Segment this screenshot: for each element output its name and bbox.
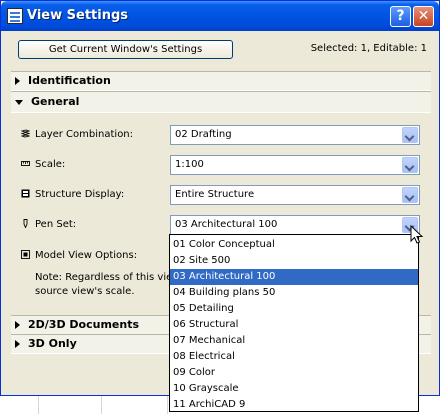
expand-arrow-icon bbox=[15, 77, 20, 85]
structure-display-label: Structure Display: bbox=[35, 189, 125, 200]
pen-set-option[interactable]: 11 ArchiCAD 9 bbox=[170, 397, 418, 413]
pen-set-option[interactable]: 04 Building plans 50 bbox=[170, 285, 418, 301]
chevron-down-icon[interactable] bbox=[402, 187, 418, 203]
pen-set-option[interactable]: 09 Color bbox=[170, 365, 418, 381]
collapse-arrow-icon bbox=[15, 99, 23, 105]
layer-combination-value: 02 Drafting bbox=[175, 129, 232, 140]
pen-set-option[interactable]: 10 Grayscale bbox=[170, 381, 418, 397]
pen-set-option[interactable]: 06 Structural bbox=[170, 317, 418, 333]
scale-select[interactable]: 1:100 bbox=[170, 155, 420, 175]
title-bar[interactable]: View Settings ? ✕ bbox=[1, 1, 439, 31]
chevron-down-icon[interactable] bbox=[402, 157, 418, 173]
pen-icon bbox=[23, 219, 28, 228]
chevron-down-icon[interactable] bbox=[402, 127, 418, 143]
scale-note: Note: Regardless of this view's source v… bbox=[35, 271, 188, 299]
note-line: Note: Regardless of this view's bbox=[35, 272, 189, 283]
help-button[interactable]: ? bbox=[390, 6, 411, 27]
pen-set-option[interactable]: 08 Electrical bbox=[170, 349, 418, 365]
pen-set-select[interactable]: 03 Architectural 100 bbox=[170, 215, 420, 235]
dialog-title: View Settings bbox=[27, 8, 129, 23]
documents-label: 2D/3D Documents bbox=[28, 318, 140, 331]
pen-set-option[interactable]: 01 Color Conceptual bbox=[170, 237, 418, 253]
structure-icon bbox=[21, 189, 30, 198]
structure-display-select[interactable]: Entire Structure bbox=[170, 185, 420, 205]
expand-arrow-icon bbox=[15, 321, 20, 329]
note-line: source view's scale. bbox=[35, 286, 135, 297]
pen-set-dropdown-list[interactable]: 01 Color Conceptual 02 Site 500 03 Archite… bbox=[169, 234, 419, 412]
pen-set-option[interactable]: 07 Mechanical bbox=[170, 333, 418, 349]
3d-only-label: 3D Only bbox=[28, 337, 77, 350]
identification-label: Identification bbox=[28, 74, 111, 87]
model-view-options-label: Model View Options: bbox=[35, 250, 138, 261]
get-current-settings-button[interactable]: Get Current Window's Settings bbox=[18, 40, 233, 59]
documents-header[interactable]: 2D/3D Documents bbox=[15, 318, 139, 331]
view-settings-icon bbox=[7, 8, 23, 24]
layers-icon bbox=[21, 129, 30, 138]
general-label: General bbox=[31, 95, 80, 108]
identification-header[interactable]: Identification bbox=[15, 74, 111, 87]
pen-set-value: 03 Architectural 100 bbox=[175, 219, 278, 230]
pen-set-option[interactable]: 02 Site 500 bbox=[170, 253, 418, 269]
pen-set-option[interactable]: 05 Detailing bbox=[170, 301, 418, 317]
expand-arrow-icon bbox=[15, 340, 20, 348]
close-button[interactable]: ✕ bbox=[413, 6, 434, 27]
pen-set-option[interactable]: 03 Architectural 100 bbox=[170, 269, 418, 285]
pen-set-label: Pen Set: bbox=[35, 219, 77, 230]
scale-icon bbox=[21, 161, 30, 166]
mouse-cursor-icon bbox=[410, 225, 424, 244]
scale-value: 1:100 bbox=[175, 159, 204, 170]
general-header[interactable]: General bbox=[15, 95, 79, 108]
layer-combination-select[interactable]: 02 Drafting bbox=[170, 125, 420, 145]
layer-combination-label: Layer Combination: bbox=[35, 129, 134, 140]
3d-only-header[interactable]: 3D Only bbox=[15, 337, 77, 350]
scale-label: Scale: bbox=[35, 159, 66, 170]
model-view-icon bbox=[21, 250, 30, 259]
selection-status: Selected: 1, Editable: 1 bbox=[310, 43, 427, 54]
structure-display-value: Entire Structure bbox=[175, 189, 255, 200]
